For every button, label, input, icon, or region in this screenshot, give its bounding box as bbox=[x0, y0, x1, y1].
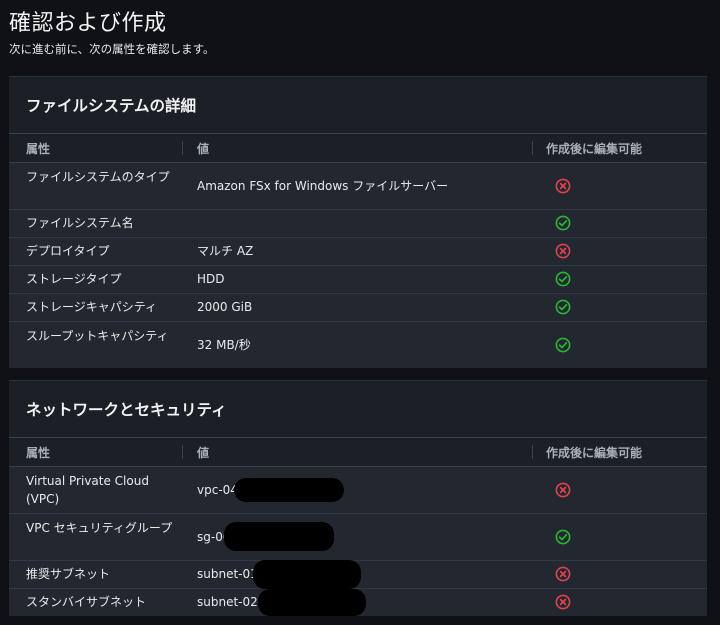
column-divider bbox=[532, 445, 533, 459]
value-cell: HDD bbox=[197, 272, 225, 286]
check-circle-icon bbox=[555, 529, 571, 545]
table-row: ファイルシステムのタイプ Amazon FSx for Windows ファイル… bbox=[9, 163, 707, 210]
value-cell: 32 MB/秒 bbox=[197, 338, 251, 352]
check-circle-icon bbox=[555, 299, 571, 315]
table-row: VPC セキュリティグループ sg-00 bbox=[9, 514, 707, 561]
x-circle-icon bbox=[555, 566, 571, 582]
table-row: 推奨サブネット subnet-01 bbox=[9, 560, 707, 589]
column-header-row: 属性 値 作成後に編集可能 bbox=[9, 133, 707, 163]
x-circle-icon bbox=[555, 482, 571, 498]
attribute-cell: ストレージタイプ bbox=[26, 272, 122, 286]
x-circle-icon bbox=[555, 243, 571, 259]
value-cell: 2000 GiB bbox=[197, 300, 253, 314]
check-circle-icon bbox=[555, 215, 571, 231]
table-row: ストレージキャパシティ 2000 GiB bbox=[9, 294, 707, 322]
table-row: スタンバイサブネット subnet-026 bbox=[9, 589, 707, 616]
check-circle-icon bbox=[555, 271, 571, 287]
attribute-cell: Virtual Private Cloud (VPC) bbox=[26, 474, 149, 506]
page-title: 確認および作成 bbox=[9, 11, 167, 36]
table-row: ストレージタイプ HDD bbox=[9, 266, 707, 294]
value-cell: マルチ AZ bbox=[197, 244, 254, 258]
attribute-cell: ファイルシステム名 bbox=[26, 216, 134, 230]
file-system-details-panel: ファイルシステムの詳細 属性 値 作成後に編集可能 ファイルシステムのタイプ A… bbox=[9, 76, 707, 368]
attribute-cell: スループットキャパシティ bbox=[26, 329, 169, 343]
column-divider bbox=[182, 445, 183, 459]
panel-title: ネットワークとセキュリティ bbox=[26, 401, 227, 419]
column-header-row: 属性 値 作成後に編集可能 bbox=[9, 437, 707, 467]
value-cell: subnet-01 bbox=[197, 567, 258, 581]
table-row: スループットキャパシティ 32 MB/秒 bbox=[9, 322, 707, 368]
table-row: ファイルシステム名 bbox=[9, 210, 707, 238]
redaction-mark bbox=[234, 478, 344, 502]
table-row: デプロイタイプ マルチ AZ bbox=[9, 238, 707, 266]
x-circle-icon bbox=[555, 178, 571, 194]
column-divider bbox=[532, 141, 533, 155]
value-cell: vpc-04 bbox=[197, 483, 238, 497]
attribute-cell: 推奨サブネット bbox=[26, 567, 111, 581]
x-circle-icon bbox=[555, 594, 571, 610]
redaction-mark bbox=[258, 589, 366, 616]
network-security-panel: ネットワークとセキュリティ 属性 値 作成後に編集可能 Virtual Priv… bbox=[9, 380, 707, 616]
attribute-cell: デプロイタイプ bbox=[26, 244, 110, 258]
redaction-mark bbox=[253, 560, 361, 589]
column-divider bbox=[182, 141, 183, 155]
panel-title: ファイルシステムの詳細 bbox=[26, 97, 197, 115]
value-cell: Amazon FSx for Windows ファイルサーバー bbox=[197, 179, 449, 193]
value-cell: subnet-026 bbox=[197, 595, 266, 609]
attribute-cell: ファイルシステムのタイプ bbox=[26, 170, 170, 184]
panel-header: ファイルシステムの詳細 bbox=[9, 77, 707, 133]
column-header-editable: 作成後に編集可能 bbox=[546, 142, 643, 156]
table-row: Virtual Private Cloud (VPC) vpc-04 bbox=[9, 467, 707, 514]
column-header-attribute: 属性 bbox=[26, 446, 51, 460]
redaction-mark bbox=[224, 522, 334, 551]
check-circle-icon bbox=[555, 337, 571, 353]
attribute-cell: スタンバイサブネット bbox=[26, 595, 147, 609]
column-header-editable: 作成後に編集可能 bbox=[546, 446, 643, 460]
attribute-cell: VPC セキュリティグループ bbox=[26, 521, 173, 535]
page-subtitle: 次に進む前に、次の属性を確認します。 bbox=[9, 42, 215, 56]
column-header-attribute: 属性 bbox=[26, 142, 51, 156]
attribute-cell: ストレージキャパシティ bbox=[26, 300, 158, 314]
column-header-value: 値 bbox=[197, 446, 210, 460]
panel-header: ネットワークとセキュリティ bbox=[9, 381, 707, 437]
column-header-value: 値 bbox=[197, 142, 210, 156]
